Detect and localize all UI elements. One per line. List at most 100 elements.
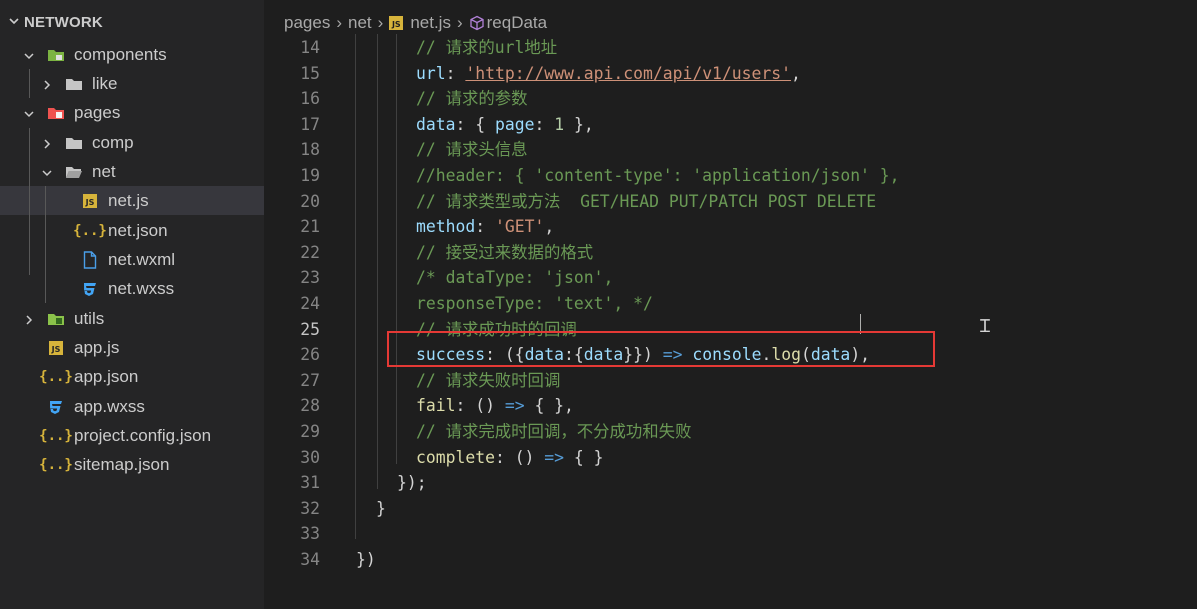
code-token: // 请求类型或方法 GET/HEAD PUT/PATCH POST DELET… xyxy=(416,191,877,211)
tree-item-components[interactable]: components xyxy=(0,40,264,69)
code-token: }) xyxy=(356,550,376,569)
code-token: : xyxy=(534,114,555,134)
code-line-18[interactable]: 18 // 请求头信息 xyxy=(264,137,1197,162)
chevron-down-icon xyxy=(40,165,54,179)
code-line-27[interactable]: 27 // 请求失败时回调 xyxy=(264,368,1197,393)
code-token: : { xyxy=(455,114,495,134)
code-text: // 请求的url地址 xyxy=(416,35,557,60)
tree-item-app-js[interactable]: JS app.js xyxy=(0,333,264,362)
tree-item-app-json[interactable]: {..} app.json xyxy=(0,362,264,391)
code-text: fail: () => { }, xyxy=(416,393,574,418)
tree-item-project-config-json[interactable]: {..} project.config.json xyxy=(0,421,264,450)
code-token: data xyxy=(416,114,456,134)
code-token: // 请求完成时回调，不分成功和失败 xyxy=(416,422,692,441)
code-text: url: 'http://www.api.com/api/v1/users', xyxy=(416,61,801,86)
code-line-14[interactable]: 14 // 请求的url地址 xyxy=(264,35,1197,60)
tree-indent-guide xyxy=(29,128,30,275)
code-token: , xyxy=(791,63,801,83)
tree-item-label: comp xyxy=(92,132,134,152)
tree-item-net[interactable]: net xyxy=(0,157,264,186)
tree-item-net-json[interactable]: {..} net.json xyxy=(0,216,264,245)
folder-pages-icon xyxy=(46,104,66,122)
code-line-33[interactable]: 33 xyxy=(264,521,1197,546)
js-file-icon: JS xyxy=(80,192,100,210)
breadcrumb: pages › net › JS net.js › reqData xyxy=(284,13,547,33)
code-text: method: 'GET', xyxy=(416,214,554,239)
code-token: // 请求失败时回调 xyxy=(416,370,561,390)
tree-item-label: sitemap.json xyxy=(74,454,170,474)
code-line-16[interactable]: 16 // 请求的参数 xyxy=(264,86,1197,111)
css-file-icon xyxy=(80,280,100,298)
code-line-34[interactable]: 34}) xyxy=(264,547,1197,572)
code-token: }, xyxy=(564,114,594,134)
line-number: 15 xyxy=(300,63,320,83)
chevron-right-icon: › xyxy=(336,13,342,32)
code-text: // 请求的参数 xyxy=(416,86,528,111)
tree-item-net-js[interactable]: JS net.js xyxy=(0,186,264,215)
code-text: // 请求完成时回调，不分成功和失败 xyxy=(416,419,691,444)
code-token: complete xyxy=(416,447,495,467)
code-line-15[interactable]: 15 url: 'http://www.api.com/api/v1/users'… xyxy=(264,61,1197,86)
breadcrumb-item-symbol[interactable]: reqData xyxy=(487,13,547,33)
line-number: 21 xyxy=(300,217,320,237)
tree-item-sitemap-json[interactable]: {..} sitemap.json xyxy=(0,450,264,479)
code-text: } xyxy=(376,496,386,521)
code-token: , xyxy=(544,217,555,237)
code-line-30[interactable]: 30 complete: () => { } xyxy=(264,445,1197,470)
explorer-section-header[interactable]: NETWORK xyxy=(8,14,103,31)
code-token: // 请求的url地址 xyxy=(416,38,558,57)
code-editor[interactable]: pages › net › JS net.js › reqData 14 // 请… xyxy=(264,0,1197,609)
tree-item-label: net.wxml xyxy=(108,249,176,269)
breadcrumb-item-net[interactable]: net xyxy=(348,13,372,33)
code-line-31[interactable]: 31}); xyxy=(264,470,1197,495)
tree-item-utils[interactable]: utils xyxy=(0,304,264,333)
tree-item-pages[interactable]: pages xyxy=(0,98,264,127)
code-text: /* dataType: 'json', xyxy=(416,265,613,290)
line-number: 27 xyxy=(300,370,320,390)
code-line-24[interactable]: 24 responseType: 'text', */ xyxy=(264,291,1197,316)
folder-icon xyxy=(64,134,84,152)
tree-item-comp[interactable]: comp xyxy=(0,128,264,157)
tree-item-net-wxml[interactable]: net.wxml xyxy=(0,245,264,274)
code-line-21[interactable]: 21 method: 'GET', xyxy=(264,214,1197,239)
code-token: fail xyxy=(416,396,456,416)
json-file-icon: {..} xyxy=(39,456,73,473)
tree-item-label: project.config.json xyxy=(74,425,212,445)
tree-item-net-wxss[interactable]: net.wxss xyxy=(0,274,264,303)
json-file-icon: {..} xyxy=(39,427,73,444)
code-line-22[interactable]: 22 // 接受过来数据的格式 xyxy=(264,240,1197,265)
line-number: 17 xyxy=(300,114,320,134)
code-line-19[interactable]: 19 //header: { 'content-type': 'applicati… xyxy=(264,163,1197,188)
ibeam-cursor-icon: Ɪ xyxy=(980,316,991,337)
chevron-right-icon xyxy=(40,77,54,91)
code-line-20[interactable]: 20 // 请求类型或方法 GET/HEAD PUT/PATCH POST DEL… xyxy=(264,189,1197,214)
code-line-17[interactable]: 17 data: { page: 1 }, xyxy=(264,112,1197,137)
code-token: page xyxy=(494,114,535,134)
line-number: 29 xyxy=(300,422,320,441)
wxml-file-icon xyxy=(80,250,100,269)
code-line-29[interactable]: 29 // 请求完成时回调，不分成功和失败 xyxy=(264,419,1197,444)
folder-utils-icon xyxy=(46,310,66,328)
json-file-icon: {..} xyxy=(73,222,107,239)
tree-item-label: app.js xyxy=(74,337,120,357)
tree-indent-guide xyxy=(29,69,30,98)
tree-item-like[interactable]: like xyxy=(0,69,264,98)
tree-item-app-wxss[interactable]: app.wxss xyxy=(0,392,264,421)
code-text: responseType: 'text', */ xyxy=(416,291,653,316)
line-number: 19 xyxy=(300,166,320,185)
code-line-23[interactable]: 23 /* dataType: 'json', xyxy=(264,265,1197,290)
code-token: } xyxy=(376,498,386,518)
code-line-28[interactable]: 28 fail: () => { }, xyxy=(264,393,1197,418)
breadcrumb-item-file[interactable]: net.js xyxy=(410,13,451,33)
json-file-icon: {..} xyxy=(39,368,73,385)
breadcrumb-item-pages[interactable]: pages xyxy=(284,13,330,33)
code-line-32[interactable]: 32} xyxy=(264,496,1197,521)
tree-item-label: components xyxy=(74,44,167,64)
code-text: data: { page: 1 }, xyxy=(416,112,594,137)
code-text: }); xyxy=(397,470,427,495)
code-text: // 请求失败时回调 xyxy=(416,368,560,393)
code-text: //header: { 'content-type': 'application… xyxy=(416,163,900,188)
